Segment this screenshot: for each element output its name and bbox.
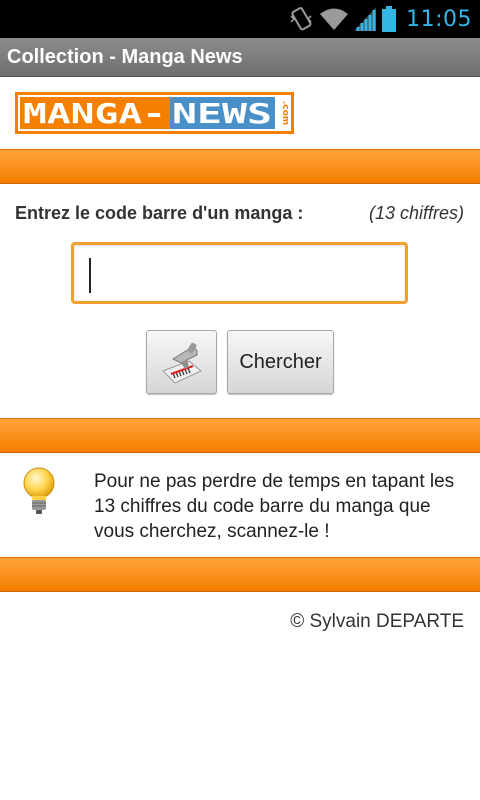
copyright-text: © Sylvain DEPARTE	[290, 611, 464, 632]
text-cursor	[89, 258, 91, 293]
scan-barcode-button[interactable]	[146, 330, 217, 394]
status-bar: 11:05	[0, 0, 480, 38]
barcode-scanner-icon	[161, 342, 202, 384]
manga-news-logo: MANGA- NEWS .com	[15, 92, 294, 134]
app-title-bar: Collection - Manga News	[0, 38, 480, 77]
svg-text:MANGA-: MANGA-	[23, 97, 166, 130]
barcode-input[interactable]	[71, 242, 408, 304]
svg-text:NEWS: NEWS	[172, 97, 272, 130]
battery-icon	[382, 6, 397, 32]
orange-divider	[0, 149, 480, 184]
svg-text:.com: .com	[280, 101, 290, 125]
vibrate-icon	[290, 7, 312, 31]
scan-tip-text: Pour ne pas perdre de temps en tapant le…	[94, 471, 455, 542]
search-button[interactable]: Chercher	[227, 330, 334, 394]
orange-divider	[0, 418, 480, 453]
barcode-length-hint: (13 chiffres)	[368, 203, 464, 223]
orange-divider	[0, 557, 480, 592]
lightbulb-icon	[23, 467, 55, 514]
wifi-icon	[320, 8, 349, 30]
app-title: Collection - Manga News	[7, 46, 243, 68]
signal-icon	[354, 7, 377, 31]
status-icons: 11:05	[288, 5, 472, 33]
barcode-prompt-label: Entrez le code barre d'un manga :	[15, 203, 304, 223]
clock: 11:05	[406, 6, 472, 32]
